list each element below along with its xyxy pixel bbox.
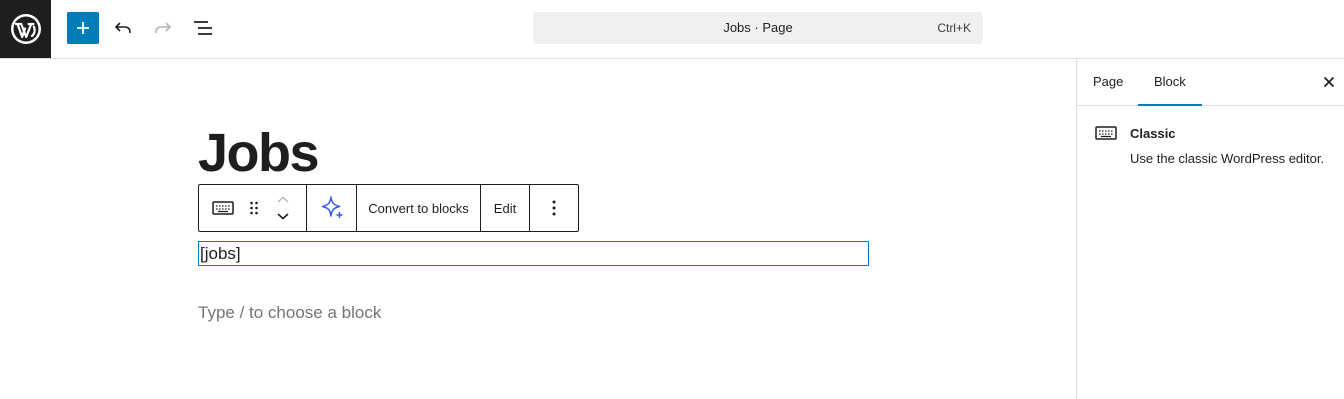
more-vertical-icon (552, 200, 556, 216)
undo-icon (114, 22, 131, 33)
close-sidebar-button[interactable] (1313, 66, 1344, 98)
command-palette-bar[interactable]: Jobs · Page Ctrl+K (533, 12, 983, 44)
block-options-button[interactable] (530, 185, 578, 231)
block-card-description: Use the classic WordPress editor. (1130, 151, 1325, 166)
convert-group: Convert to blocks (357, 185, 481, 231)
move-down-button[interactable] (276, 211, 290, 221)
wordpress-logo-button[interactable] (0, 0, 51, 58)
keyboard-shortcut-hint: Ctrl+K (937, 21, 971, 35)
block-card-title: Classic (1130, 126, 1176, 141)
drag-handle-icon (250, 201, 258, 215)
page-title[interactable]: Jobs (198, 120, 320, 186)
undo-button[interactable] (107, 12, 139, 44)
block-toolbar: Convert to blocks Edit (198, 184, 579, 232)
redo-icon (155, 22, 172, 33)
document-title: Jobs · Page (723, 20, 793, 35)
document-overview-button[interactable] (187, 12, 219, 44)
tab-block[interactable]: Block (1138, 59, 1202, 106)
ai-assistant-button[interactable] (307, 185, 356, 231)
drag-handle[interactable] (247, 185, 261, 231)
move-up-button[interactable] (276, 195, 290, 205)
keyboard-icon (212, 201, 234, 215)
redo-button[interactable] (147, 12, 179, 44)
ai-group (307, 185, 357, 231)
settings-sidebar: Page Block Classic Use the classic WordP… (1076, 59, 1344, 399)
edit-group: Edit (481, 185, 530, 231)
options-group (530, 185, 578, 231)
convert-to-blocks-button[interactable]: Convert to blocks (357, 185, 480, 231)
list-view-icon (194, 21, 212, 35)
classic-block[interactable]: [jobs] (198, 241, 869, 266)
block-type-switcher[interactable] (199, 185, 247, 231)
sparkle-icon (321, 196, 342, 218)
sidebar-tabs: Page Block (1077, 59, 1344, 106)
edit-button[interactable]: Edit (481, 185, 529, 231)
editor-header: Jobs · Page Ctrl+K (0, 0, 1344, 59)
default-block-appender[interactable]: Type / to choose a block (198, 303, 381, 323)
plus-icon (77, 22, 89, 34)
wordpress-logo-icon (10, 14, 41, 44)
block-parent-group (199, 185, 307, 231)
add-block-button[interactable] (67, 12, 99, 44)
keyboard-icon (1095, 126, 1117, 140)
block-movers (269, 185, 297, 231)
close-icon (1323, 76, 1335, 88)
tab-page[interactable]: Page (1077, 59, 1139, 105)
